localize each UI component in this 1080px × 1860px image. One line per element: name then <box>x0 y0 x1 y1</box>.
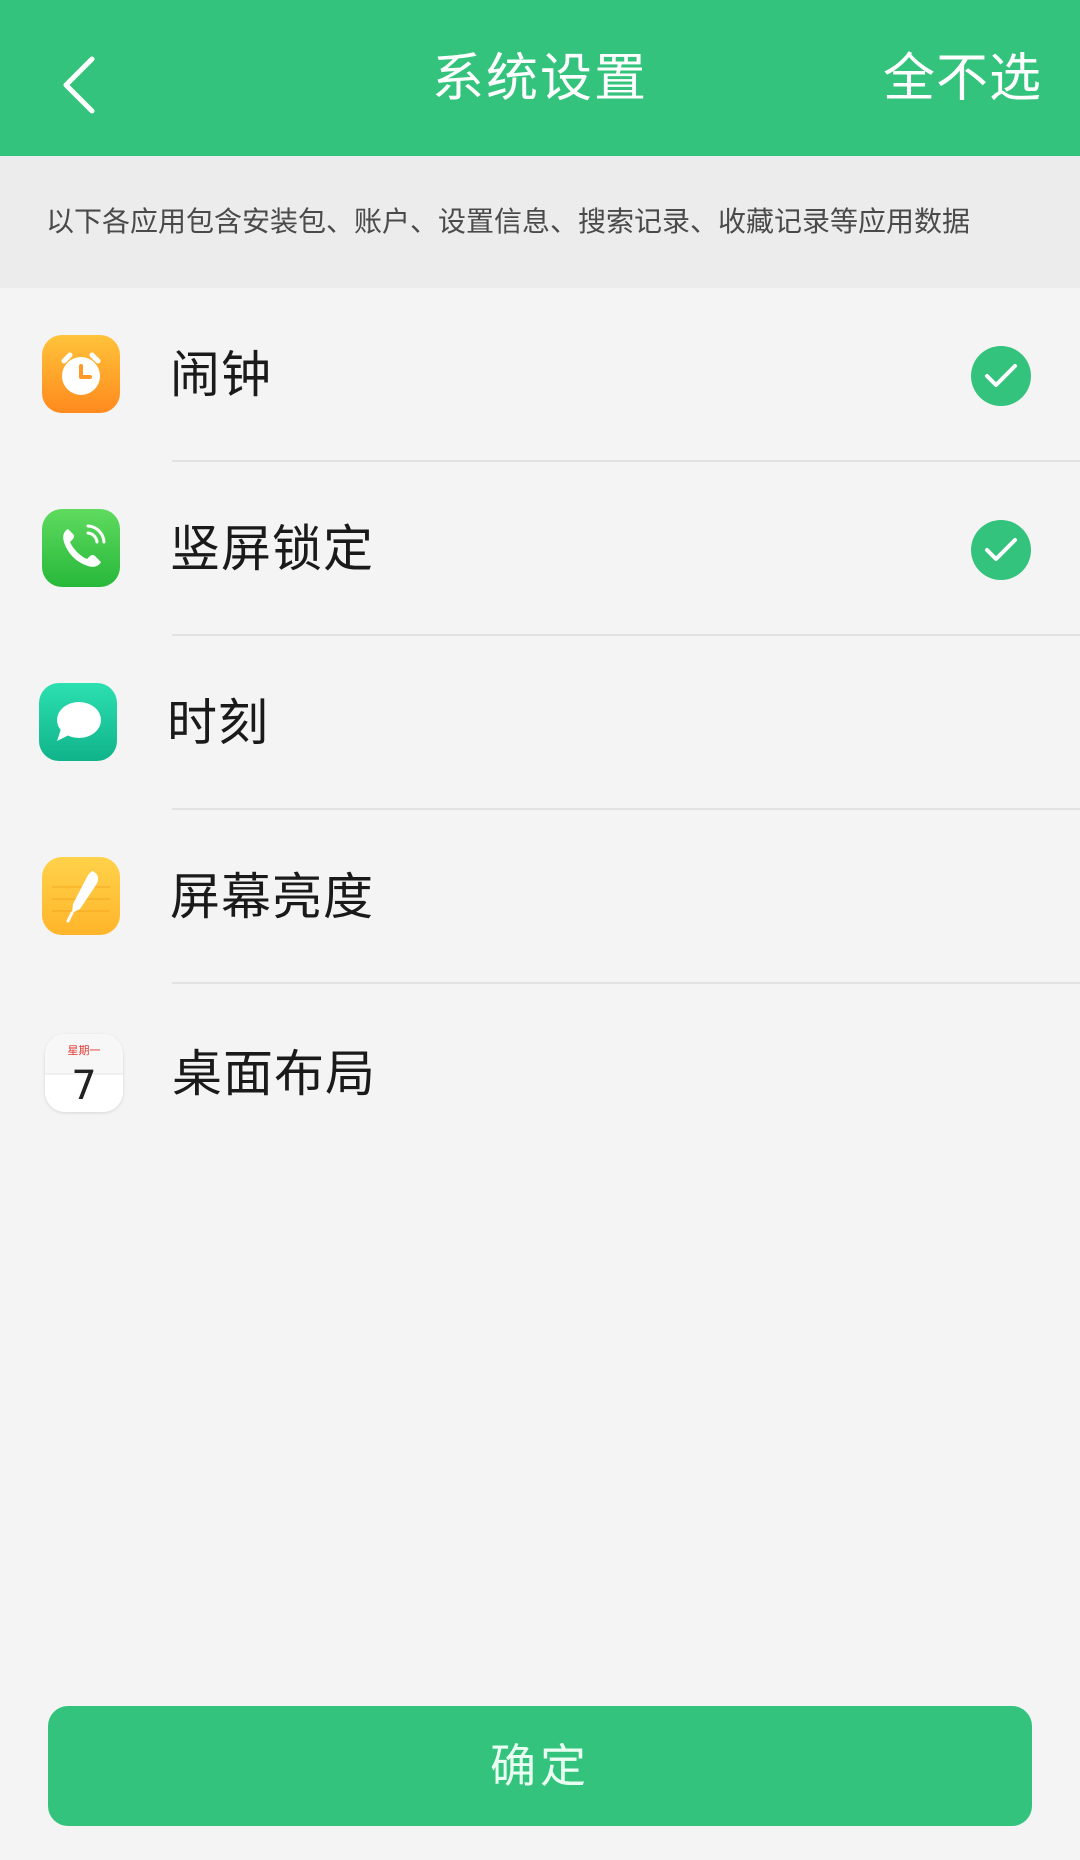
app-list: 闹钟 竖屏锁定 时刻 屏幕亮度 星期一 7 桌面布局 <box>0 288 1080 1158</box>
list-item-desktop-layout[interactable]: 星期一 7 桌面布局 <box>0 984 1080 1158</box>
list-item-label: 竖屏锁定 <box>170 520 374 578</box>
calendar-weekday: 星期一 <box>68 1044 101 1057</box>
phone-icon <box>42 509 120 587</box>
deselect-all-button[interactable]: 全不选 <box>883 40 1042 118</box>
alarm-clock-icon <box>42 335 120 413</box>
list-item-alarm[interactable]: 闹钟 <box>0 288 1080 462</box>
list-item-label: 时刻 <box>167 694 269 752</box>
checked-icon[interactable] <box>971 520 1031 580</box>
list-item-label: 桌面布局 <box>172 1045 376 1103</box>
info-banner: 以下各应用包含安装包、账户、设置信息、搜索记录、收藏记录等应用数据 <box>0 156 1080 288</box>
list-item-portrait-lock[interactable]: 竖屏锁定 <box>0 462 1080 636</box>
chevron-left-icon <box>63 56 95 114</box>
calendar-icon: 星期一 7 <box>45 1034 123 1112</box>
top-bar: 系统设置 全不选 <box>0 0 1080 156</box>
system-settings-screen: 系统设置 全不选 以下各应用包含安装包、账户、设置信息、搜索记录、收藏记录等应用… <box>0 0 1080 1860</box>
notes-pencil-icon <box>42 857 120 935</box>
calendar-day: 7 <box>71 1063 96 1109</box>
list-item-moments[interactable]: 时刻 <box>0 636 1080 810</box>
list-item-label: 闹钟 <box>170 346 272 404</box>
confirm-button[interactable]: 确定 <box>48 1706 1032 1826</box>
checked-icon[interactable] <box>971 346 1031 406</box>
info-text: 以下各应用包含安装包、账户、设置信息、搜索记录、收藏记录等应用数据 <box>46 205 971 238</box>
list-item-label: 屏幕亮度 <box>170 868 374 926</box>
message-bubble-icon <box>39 683 117 761</box>
list-item-brightness[interactable]: 屏幕亮度 <box>0 810 1080 984</box>
back-button[interactable] <box>48 50 108 120</box>
